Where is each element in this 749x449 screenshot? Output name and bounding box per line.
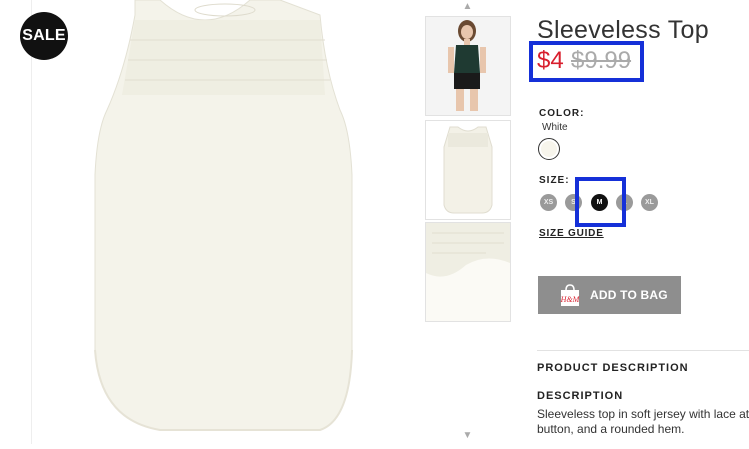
product-description-heading[interactable]: PRODUCT DESCRIPTION [537, 362, 689, 374]
sale-badge: SALE [20, 12, 68, 60]
color-value: White [542, 122, 568, 133]
chevron-down-icon[interactable]: ▼ [424, 431, 511, 441]
description-heading: DESCRIPTION [537, 390, 624, 402]
size-option-xl[interactable]: XL [641, 194, 658, 211]
main-product-image[interactable] [40, 0, 415, 444]
size-highlight-box [575, 177, 626, 227]
thumbnail-carousel: ▲ ▼ [424, 0, 511, 444]
thumbnail-model[interactable] [425, 16, 511, 116]
chevron-up-icon[interactable]: ▲ [424, 2, 511, 12]
original-price: $9.99 [571, 47, 632, 74]
product-info-panel: Sleeveless Top $4 $9.99 COLOR: White SIZ… [529, 0, 749, 444]
color-swatch-white[interactable] [538, 138, 560, 160]
shopping-bag-icon: H&M [560, 284, 581, 306]
thumbnail-detail[interactable] [425, 222, 511, 322]
add-to-bag-button[interactable]: H&M ADD TO BAG [538, 276, 681, 314]
sale-price: $4 [537, 47, 564, 74]
thumbnail-front[interactable] [425, 120, 511, 220]
color-label: COLOR: [539, 108, 585, 119]
add-to-bag-label: ADD TO BAG [590, 288, 668, 302]
svg-text:H&M: H&M [560, 295, 581, 304]
left-divider [31, 0, 32, 444]
size-option-xs[interactable]: XS [540, 194, 557, 211]
description-text: Sleeveless top in soft jersey with lace … [537, 407, 749, 436]
section-divider [537, 350, 749, 351]
size-label: SIZE: [539, 175, 570, 186]
size-guide-link[interactable]: SIZE GUIDE [539, 228, 604, 239]
